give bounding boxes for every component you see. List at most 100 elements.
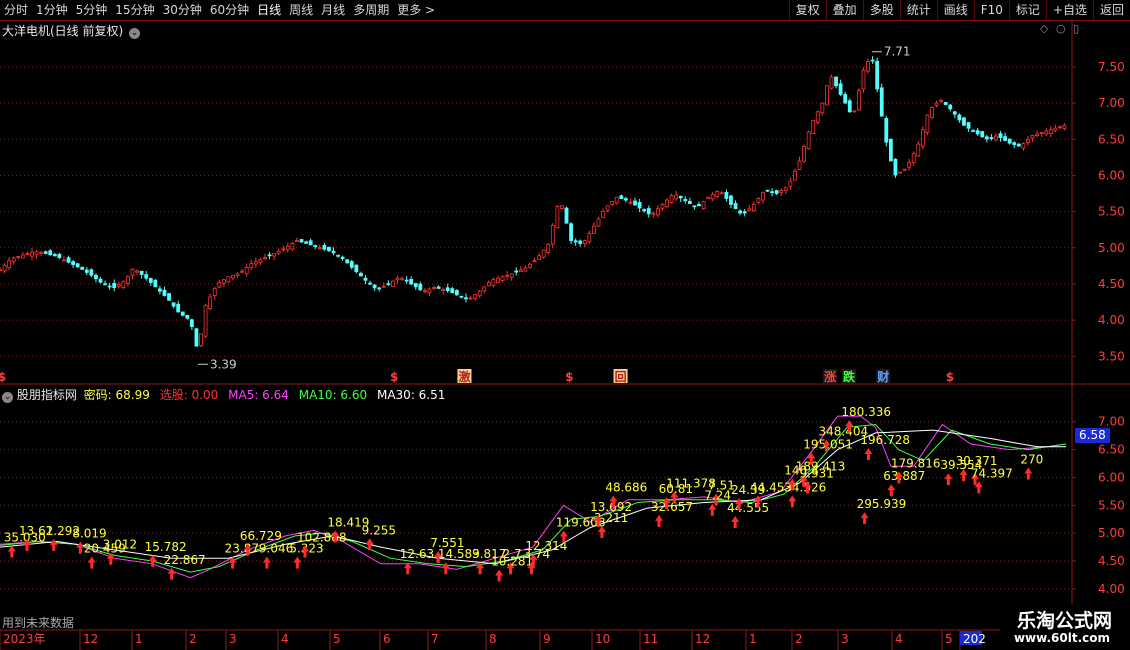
- candle-body: [176, 303, 181, 313]
- indicator-legend: ⌄ 股朋指标网 密码: 68.99 选股: 0.00 MA5: 6.64 MA1…: [2, 386, 445, 403]
- price-annotation-0: 7.71: [884, 45, 911, 59]
- time-label-10: 9: [543, 632, 551, 646]
- top-right-controls: ◇ ○ ▯: [1040, 22, 1079, 35]
- indicator-tick-label-6: 4.00: [1098, 582, 1125, 596]
- candle-body: [779, 190, 784, 193]
- candle-body: [126, 276, 130, 284]
- candle-body: [614, 196, 619, 204]
- candle-body: [984, 136, 989, 140]
- candle-body: [121, 281, 126, 288]
- value-label-43: 295.939: [857, 497, 907, 511]
- candle-body: [761, 192, 765, 201]
- candle-body: [815, 111, 820, 123]
- value-label-44: 63.887: [883, 469, 925, 483]
- candle-body: [706, 196, 711, 200]
- candle-body: [281, 248, 286, 251]
- time-label-14: 1: [749, 632, 757, 646]
- time-label-3: 2: [189, 632, 197, 646]
- time-label-9: 8: [489, 632, 497, 646]
- candle-body: [674, 194, 679, 199]
- candle-body: [847, 100, 852, 113]
- candle-body: [774, 190, 779, 194]
- candle-body: [34, 251, 39, 255]
- candle-body: [322, 245, 327, 250]
- candle-body: [605, 205, 610, 211]
- candle-body: [747, 208, 752, 211]
- indicator-collapse-icon[interactable]: ⌄: [2, 392, 13, 403]
- candle-body: [555, 206, 560, 229]
- ma5-value: MA5: 6.64: [228, 388, 289, 402]
- candle-body: [226, 276, 231, 283]
- candle-body: [464, 297, 468, 300]
- indicator-tick-label-1: 6.50: [1098, 443, 1125, 457]
- candle-body: [687, 200, 692, 205]
- candle-body: [879, 87, 884, 117]
- candle-body: [468, 297, 473, 300]
- candle-body: [834, 76, 838, 87]
- time-label-11: 10: [595, 632, 610, 646]
- chart-canvas[interactable]: 7.50 7.00 6.50 6.00 5.50 5.00 4.50 4.00 3.50 7.00…: [0, 0, 1130, 650]
- buy-arrow-43: [860, 512, 869, 525]
- candle-body: [212, 287, 217, 296]
- event-marker-6: 跌: [843, 369, 856, 384]
- candle-body: [240, 270, 245, 273]
- buy-arrow-44: [887, 484, 896, 497]
- candle-body: [263, 257, 267, 260]
- indicator-tick-label-0: 7.00: [1098, 415, 1125, 429]
- candle-body: [998, 133, 1003, 138]
- value-label-10: 9.046: [259, 542, 293, 556]
- indicator-name[interactable]: 股朋指标网: [17, 388, 77, 402]
- candle-body: [934, 102, 939, 106]
- candle-body: [948, 104, 953, 110]
- candle-body: [975, 130, 980, 135]
- candle-body: [2, 264, 7, 272]
- candle-body: [144, 274, 149, 279]
- candle-body: [697, 204, 701, 207]
- candle-body: [655, 208, 660, 216]
- indicator-tick-label-3: 5.50: [1098, 498, 1125, 512]
- candle-body: [208, 296, 213, 309]
- candle-body: [518, 269, 523, 273]
- time-label-13: 12: [695, 632, 710, 646]
- diamond-icon[interactable]: ◇: [1040, 22, 1048, 35]
- candle-body: [299, 239, 304, 243]
- candle-body: [107, 285, 112, 288]
- candle-body: [1021, 143, 1026, 149]
- candle-body: [884, 118, 889, 143]
- circle-icon[interactable]: ○: [1056, 22, 1066, 35]
- candle-body: [898, 171, 902, 174]
- candle-body: [870, 59, 875, 62]
- event-marker-0: $: [0, 370, 6, 384]
- candle-body: [258, 259, 263, 263]
- candle-body: [582, 240, 587, 245]
- buy-arrow-50: [1024, 467, 1033, 480]
- candle-body: [313, 245, 318, 247]
- buy-arrow-42: [864, 448, 873, 460]
- price-annotation-1: 3.39: [210, 357, 237, 371]
- candle-body: [1058, 126, 1062, 129]
- candle-body: [94, 274, 98, 280]
- buy-arrow-17: [441, 562, 450, 575]
- time-label-19: 202: [963, 632, 986, 646]
- time-label-4: 3: [229, 632, 237, 646]
- candle-body: [820, 102, 825, 114]
- panel-toggle-icon[interactable]: ▯: [1073, 22, 1079, 35]
- candle-body: [765, 189, 770, 192]
- candle-body: [592, 225, 596, 234]
- value-label-32: 44.555: [727, 501, 769, 515]
- stock-title[interactable]: 大洋电机(日线 前复权) ⌄: [2, 22, 141, 39]
- time-label-8: 7: [431, 632, 439, 646]
- candle-body: [89, 269, 94, 276]
- candle-body: [349, 261, 354, 268]
- candle-body: [84, 269, 89, 273]
- candle-body: [651, 212, 656, 215]
- candle-body: [52, 254, 57, 257]
- buy-arrow-10: [262, 556, 271, 569]
- candle-body: [806, 131, 811, 149]
- candle-body: [920, 129, 925, 147]
- candle-body: [422, 290, 427, 292]
- chevron-down-icon[interactable]: ⌄: [129, 28, 141, 39]
- candle-body: [454, 290, 459, 296]
- candle-body: [436, 286, 441, 289]
- value-label-41: 180.336: [841, 405, 891, 419]
